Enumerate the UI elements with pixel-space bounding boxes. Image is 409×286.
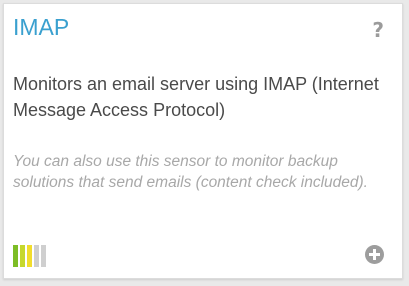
- performance-bar: [34, 245, 39, 267]
- sensor-title: IMAP: [13, 14, 70, 40]
- performance-bar: [13, 245, 18, 267]
- performance-bar: [20, 245, 25, 267]
- performance-bar: [41, 245, 46, 267]
- add-sensor-icon[interactable]: [365, 245, 384, 264]
- sensor-note: You can also use this sensor to monitor …: [13, 153, 368, 191]
- help-icon[interactable]: ?: [372, 18, 384, 42]
- performance-bar: [27, 245, 32, 267]
- sensor-card[interactable]: IMAP ? Monitors an email server using IM…: [3, 3, 403, 279]
- sensor-description: Monitors an email server using IMAP (Int…: [13, 74, 379, 120]
- performance-bars-icon: [13, 245, 46, 267]
